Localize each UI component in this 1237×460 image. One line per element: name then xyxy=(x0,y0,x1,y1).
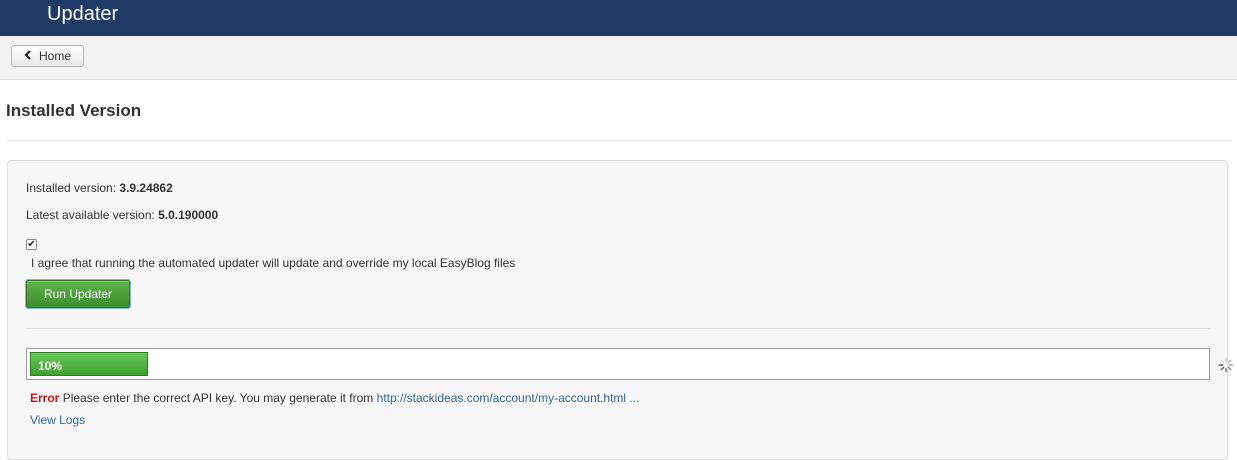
home-button-label: Home xyxy=(38,49,71,63)
panel-divider xyxy=(26,328,1210,329)
installed-version-row: Installed version: 3.9.24862 xyxy=(26,181,173,195)
run-updater-button[interactable]: Run Updater xyxy=(25,279,131,309)
view-logs-link[interactable]: View Logs xyxy=(30,413,85,427)
chevron-left-icon xyxy=(24,49,32,63)
updater-panel xyxy=(7,160,1228,460)
section-divider xyxy=(6,140,1231,141)
section-title: Installed Version xyxy=(6,101,142,120)
latest-version-value: 5.0.190000 xyxy=(158,208,219,222)
error-text: Please enter the correct API key. You ma… xyxy=(62,391,374,405)
installed-version-label: Installed version: xyxy=(26,181,117,195)
toolbar: Home xyxy=(0,36,1237,80)
app-header: Updater xyxy=(0,0,1237,36)
home-button[interactable]: Home xyxy=(11,45,84,67)
progress-bar-fill: 10% xyxy=(30,352,148,376)
progress-label: 10% xyxy=(38,359,63,373)
agree-label: I agree that running the automated updat… xyxy=(31,256,516,270)
account-link[interactable]: http://stackideas.com/account/my-account… xyxy=(377,391,640,405)
latest-version-label: Latest available version: xyxy=(26,208,155,222)
error-message: Error Please enter the correct API key. … xyxy=(30,391,639,405)
agree-checkbox[interactable]: ✔ xyxy=(26,239,37,250)
spinner-icon xyxy=(1218,357,1234,376)
latest-version-row: Latest available version: 5.0.190000 xyxy=(26,208,218,222)
error-label: Error xyxy=(30,391,60,405)
page-header-title: Updater xyxy=(47,3,119,25)
installed-version-value: 3.9.24862 xyxy=(119,181,173,195)
progress-bar: 10% xyxy=(26,348,1210,380)
